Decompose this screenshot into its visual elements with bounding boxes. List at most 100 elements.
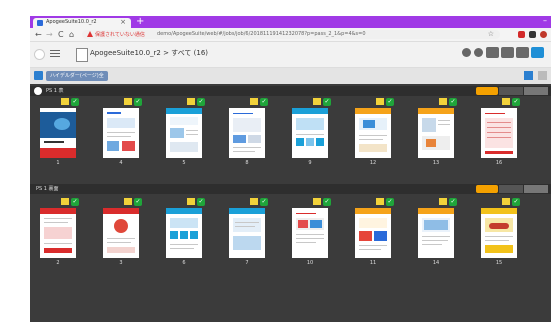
check-icon[interactable]: ✓ (449, 98, 457, 106)
bookmark-star-icon[interactable]: ☆ (488, 30, 494, 38)
url-field[interactable]: 保護されていない通信 demo/ApogeeSuite/web/#/jobs/j… (82, 30, 500, 39)
note-icon[interactable] (250, 98, 258, 105)
page-number: 13 (432, 160, 440, 166)
page-thumbnail[interactable] (418, 108, 454, 158)
page-thumbnail[interactable] (103, 208, 139, 258)
reload-button[interactable]: C (58, 30, 64, 39)
favicon-icon (37, 20, 43, 26)
note-icon[interactable] (502, 98, 510, 105)
filter-chip[interactable]: ハイデルダー(ページ)全 (46, 71, 108, 81)
back-button[interactable]: ← (35, 30, 42, 39)
app-toolbar: ApogeeSuite10.0_r2 > すべて (16) (30, 42, 551, 68)
check-icon[interactable]: ✓ (260, 98, 268, 106)
page-thumbnail[interactable] (418, 208, 454, 258)
new-tab-button[interactable]: + (136, 16, 144, 28)
page-thumbnail[interactable] (292, 108, 328, 158)
list-menu-icon[interactable] (50, 48, 60, 59)
page-number: 5 (182, 160, 186, 166)
page-number: 11 (369, 260, 377, 266)
extension-puzzle-icon[interactable] (529, 31, 536, 38)
check-icon[interactable]: ✓ (71, 198, 79, 206)
check-icon[interactable]: ✓ (260, 198, 268, 206)
page-thumbnail[interactable] (355, 108, 391, 158)
section-bar-2 (524, 87, 548, 95)
page-number: 12 (369, 160, 377, 166)
printer-icon[interactable] (34, 71, 43, 80)
note-icon[interactable] (124, 98, 132, 105)
check-icon[interactable]: ✓ (323, 98, 331, 106)
home-button[interactable]: ⌂ (69, 30, 74, 39)
page-number: 15 (495, 260, 503, 266)
profile-avatar-icon[interactable] (540, 31, 547, 38)
search-icon[interactable] (462, 48, 471, 57)
page-thumbnail[interactable] (40, 208, 76, 258)
browser-tab[interactable]: ApogeeSuite10.0_r2 × (33, 18, 131, 28)
view-pages-button[interactable] (531, 47, 544, 58)
view-spread-button[interactable] (516, 47, 529, 58)
tab-strip: ApogeeSuite10.0_r2 × + – (30, 16, 551, 28)
check-icon[interactable]: ✓ (134, 198, 142, 206)
page-number: 16 (495, 160, 503, 166)
view-folder-button[interactable] (486, 47, 499, 58)
note-icon[interactable] (61, 198, 69, 205)
page-number: 2 (56, 260, 60, 266)
page-thumbnail[interactable] (355, 208, 391, 258)
page-thumbnail[interactable] (481, 108, 517, 158)
warning-icon (87, 31, 93, 37)
check-icon[interactable]: ✓ (512, 198, 520, 206)
note-icon[interactable] (376, 198, 384, 205)
note-icon[interactable] (313, 198, 321, 205)
note-icon[interactable] (250, 198, 258, 205)
address-bar-row: ← → C ⌂ 保護されていない通信 demo/ApogeeSuite/web/… (30, 28, 551, 42)
filter-bar: ハイデルダー(ページ)全 (30, 68, 551, 84)
info-icon[interactable] (474, 48, 483, 57)
section-label: PS 1 表 (46, 88, 64, 94)
note-icon[interactable] (376, 98, 384, 105)
extension-red-icon[interactable] (518, 31, 525, 38)
page-thumbnail[interactable] (229, 108, 265, 158)
section-header-back[interactable]: PS 1 裏面 (30, 184, 551, 194)
page-thumbnail[interactable] (166, 108, 202, 158)
check-icon[interactable]: ✓ (386, 198, 394, 206)
page-number: 7 (245, 260, 249, 266)
note-icon[interactable] (61, 98, 69, 105)
note-icon[interactable] (439, 198, 447, 205)
tab-title: ApogeeSuite10.0_r2 (46, 19, 97, 25)
page-number: 9 (308, 160, 312, 166)
page-thumbnail[interactable] (229, 208, 265, 258)
check-icon[interactable]: ✓ (386, 98, 394, 106)
note-icon[interactable] (439, 98, 447, 105)
note-icon[interactable] (502, 198, 510, 205)
warning-flag-icon[interactable] (476, 185, 498, 193)
app-back-button[interactable] (34, 49, 45, 60)
note-icon[interactable] (124, 198, 132, 205)
section-header-front[interactable]: PS 1 表 (30, 86, 551, 96)
page-thumbnail[interactable] (103, 108, 139, 158)
thumbnail-large-icon[interactable] (524, 71, 533, 80)
tab-close-icon[interactable]: × (120, 18, 126, 26)
check-icon[interactable]: ✓ (71, 98, 79, 106)
page-thumbnail[interactable] (292, 208, 328, 258)
document-icon (76, 48, 88, 62)
warning-flag-icon[interactable] (476, 87, 498, 95)
check-icon[interactable]: ✓ (449, 198, 457, 206)
section-label: PS 1 裏面 (36, 186, 59, 192)
view-grid-button[interactable] (501, 47, 514, 58)
thumbnail-small-icon[interactable] (538, 71, 547, 80)
collapse-toggle-icon[interactable] (34, 87, 42, 95)
page-number: 8 (245, 160, 249, 166)
check-icon[interactable]: ✓ (134, 98, 142, 106)
note-icon[interactable] (187, 198, 195, 205)
forward-button[interactable]: → (46, 30, 53, 39)
window-minimize-button[interactable]: – (543, 16, 547, 25)
note-icon[interactable] (313, 98, 321, 105)
check-icon[interactable]: ✓ (197, 198, 205, 206)
check-icon[interactable]: ✓ (323, 198, 331, 206)
page-thumbnail[interactable] (481, 208, 517, 258)
page-thumbnail[interactable] (40, 108, 76, 158)
page-thumbnail[interactable] (166, 208, 202, 258)
check-icon[interactable]: ✓ (197, 98, 205, 106)
note-icon[interactable] (187, 98, 195, 105)
section-bar (499, 185, 523, 193)
check-icon[interactable]: ✓ (512, 98, 520, 106)
